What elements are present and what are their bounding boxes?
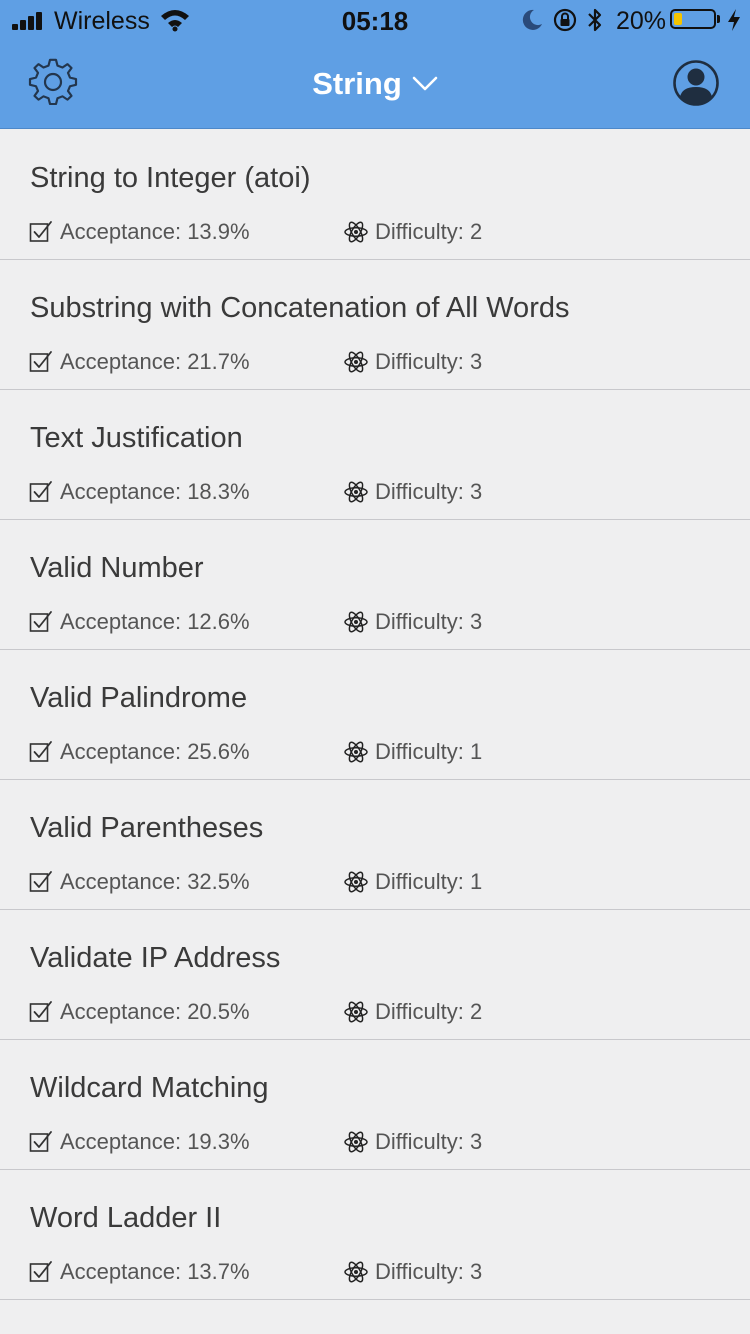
difficulty-level: Difficulty: 3 <box>375 479 483 504</box>
header: Wireless 05:18 20% String <box>0 0 750 129</box>
atom-icon <box>344 1001 368 1023</box>
difficulty-info: Difficulty: 3 <box>344 478 482 506</box>
category-dropdown[interactable]: String <box>0 62 750 106</box>
acceptance-rate: Acceptance: 19.3% <box>60 1129 250 1154</box>
checkbox-checked-icon <box>29 1001 52 1022</box>
difficulty-level: Difficulty: 2 <box>375 219 483 244</box>
problem-title: Valid Number <box>30 552 204 584</box>
acceptance-rate: Acceptance: 13.7% <box>60 1259 250 1284</box>
atom-icon <box>344 611 368 633</box>
problem-row[interactable]: Validate IP Address Acceptance: 20.5% Diff… <box>0 910 750 1040</box>
problem-row[interactable]: String to Integer (atoi) Acceptance: 13.9… <box>0 130 750 260</box>
acceptance-rate: Acceptance: 20.5% <box>60 999 250 1024</box>
profile-button[interactable] <box>672 59 720 107</box>
battery-icon <box>670 9 716 29</box>
problem-title: Wildcard Matching <box>30 1072 269 1104</box>
acceptance-rate: Acceptance: 13.9% <box>60 219 250 244</box>
battery-level-fill <box>674 13 682 25</box>
difficulty-level: Difficulty: 3 <box>375 1129 483 1154</box>
problem-row[interactable]: Wildcard Matching Acceptance: 19.3% Diffic… <box>0 1040 750 1170</box>
difficulty-level: Difficulty: 2 <box>375 999 483 1024</box>
checkbox-checked-icon <box>29 741 52 762</box>
checkbox-checked-icon <box>29 611 52 632</box>
acceptance-info: Acceptance: 19.3% <box>29 1128 250 1156</box>
acceptance-info: Acceptance: 13.9% <box>29 218 250 246</box>
acceptance-rate: Acceptance: 25.6% <box>60 739 250 764</box>
difficulty-info: Difficulty: 3 <box>344 348 482 376</box>
acceptance-info: Acceptance: 20.5% <box>29 998 250 1026</box>
difficulty-level: Difficulty: 1 <box>375 739 483 764</box>
acceptance-rate: Acceptance: 18.3% <box>60 479 250 504</box>
problem-title: Substring with Concatenation of All Word… <box>30 292 570 324</box>
problem-title: Validate IP Address <box>30 942 281 974</box>
difficulty-info: Difficulty: 3 <box>344 608 482 636</box>
checkbox-checked-icon <box>29 481 52 502</box>
atom-icon <box>344 871 368 893</box>
difficulty-info: Difficulty: 1 <box>344 868 482 896</box>
do-not-disturb-icon <box>522 9 542 30</box>
acceptance-info: Acceptance: 25.6% <box>29 738 250 766</box>
atom-icon <box>344 351 368 373</box>
difficulty-info: Difficulty: 1 <box>344 738 482 766</box>
atom-icon <box>344 741 368 763</box>
problem-row[interactable]: Valid Parentheses Acceptance: 32.5% Diffic… <box>0 780 750 910</box>
problem-list: String to Integer (atoi) Acceptance: 13.9… <box>0 130 750 1300</box>
rotation-lock-icon <box>553 8 577 32</box>
acceptance-info: Acceptance: 13.7% <box>29 1258 250 1286</box>
difficulty-level: Difficulty: 3 <box>375 1259 483 1284</box>
difficulty-info: Difficulty: 2 <box>344 998 482 1026</box>
acceptance-info: Acceptance: 18.3% <box>29 478 250 506</box>
problem-row[interactable]: Substring with Concatenation of All Word… <box>0 260 750 390</box>
difficulty-info: Difficulty: 3 <box>344 1128 482 1156</box>
page-title: String <box>312 66 402 101</box>
atom-icon <box>344 1261 368 1283</box>
acceptance-info: Acceptance: 21.7% <box>29 348 250 376</box>
atom-icon <box>344 481 368 503</box>
bluetooth-icon <box>588 8 602 32</box>
difficulty-level: Difficulty: 3 <box>375 609 483 634</box>
checkbox-checked-icon <box>29 871 52 892</box>
acceptance-rate: Acceptance: 32.5% <box>60 869 250 894</box>
problem-row[interactable]: Valid Palindrome Acceptance: 25.6% Difficu… <box>0 650 750 780</box>
problem-row[interactable]: Word Ladder II Acceptance: 13.7% Difficult… <box>0 1170 750 1300</box>
checkbox-checked-icon <box>29 351 52 372</box>
acceptance-rate: Acceptance: 21.7% <box>60 349 250 374</box>
difficulty-info: Difficulty: 3 <box>344 1258 482 1286</box>
problem-title: String to Integer (atoi) <box>30 162 311 194</box>
problem-title: Valid Parentheses <box>30 812 264 844</box>
charging-bolt-icon <box>728 9 740 31</box>
acceptance-info: Acceptance: 32.5% <box>29 868 250 896</box>
chevron-down-icon <box>412 76 438 91</box>
user-avatar-icon <box>673 60 719 106</box>
problem-row[interactable]: Valid Number Acceptance: 12.6% Difficulty:… <box>0 520 750 650</box>
battery-percent: 20% <box>616 7 667 35</box>
difficulty-level: Difficulty: 1 <box>375 869 483 894</box>
battery-nub <box>717 15 720 23</box>
difficulty-level: Difficulty: 3 <box>375 349 483 374</box>
checkbox-checked-icon <box>29 1131 52 1152</box>
acceptance-info: Acceptance: 12.6% <box>29 608 250 636</box>
atom-icon <box>344 221 368 243</box>
problem-title: Word Ladder II <box>30 1202 222 1234</box>
problem-row[interactable]: Text Justification Acceptance: 18.3% Diffi… <box>0 390 750 520</box>
checkbox-checked-icon <box>29 1261 52 1282</box>
atom-icon <box>344 1131 368 1153</box>
checkbox-checked-icon <box>29 221 52 242</box>
problem-title: Text Justification <box>30 422 243 454</box>
difficulty-info: Difficulty: 2 <box>344 218 482 246</box>
status-bar: Wireless 05:18 20% <box>0 0 750 40</box>
acceptance-rate: Acceptance: 12.6% <box>60 609 250 634</box>
app-screen: Wireless 05:18 20% String String to Inte… <box>0 0 750 1334</box>
problem-title: Valid Palindrome <box>30 682 248 714</box>
